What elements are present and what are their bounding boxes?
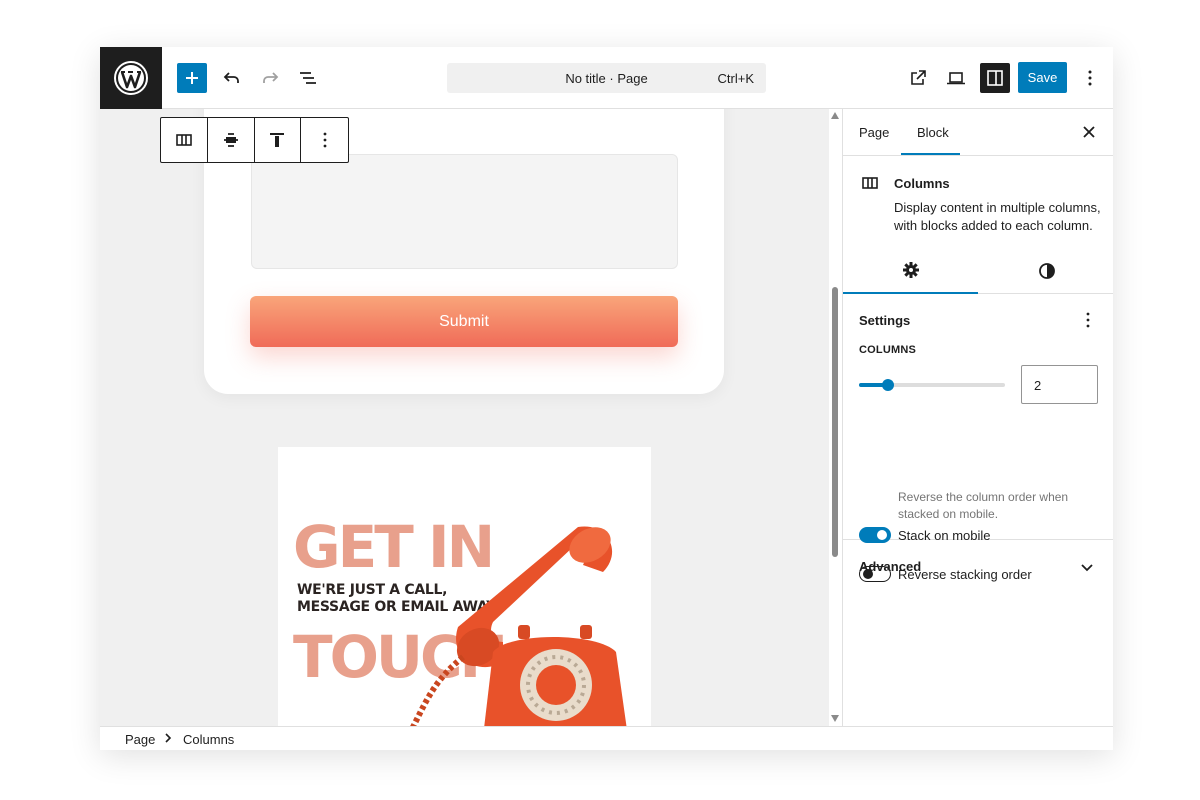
columns-slider-thumb[interactable] bbox=[882, 379, 894, 391]
settings-panel: Settings Columns 2 Stack on mobile Rever… bbox=[843, 295, 1113, 582]
reverse-stacking-help: Reverse the column order when stacked on… bbox=[898, 490, 1069, 521]
preview-button[interactable] bbox=[941, 63, 971, 93]
settings-toggle-button[interactable] bbox=[980, 63, 1010, 93]
contrast-icon bbox=[1038, 263, 1055, 279]
get-in-touch-image[interactable]: GET IN TOUCH WE'RE JUST A CALL, MESSAGE … bbox=[278, 447, 651, 726]
scroll-up-arrow-icon[interactable] bbox=[831, 112, 839, 119]
tab-styles[interactable] bbox=[979, 248, 1113, 294]
undo-icon bbox=[223, 72, 239, 83]
editor-window: No title · Page Ctrl+K Save Submit GET I… bbox=[100, 47, 1113, 750]
align-center-icon bbox=[223, 133, 238, 147]
advanced-panel-toggle[interactable]: Advanced bbox=[843, 541, 1113, 591]
save-button[interactable]: Save bbox=[1018, 62, 1067, 93]
editor-canvas: Submit GET IN TOUCH WE'RE JUST A CALL, M… bbox=[100, 109, 842, 726]
list-view-icon bbox=[300, 72, 316, 84]
scroll-thumb[interactable] bbox=[832, 287, 838, 557]
sidebar-tabs: Page Block bbox=[843, 109, 1113, 156]
columns-icon bbox=[176, 134, 192, 146]
vertical-align-button[interactable] bbox=[255, 118, 302, 162]
block-type-button[interactable] bbox=[161, 118, 208, 162]
redo-icon bbox=[263, 72, 279, 83]
message-textarea[interactable] bbox=[251, 154, 678, 269]
close-icon[interactable] bbox=[1081, 124, 1097, 140]
inspector-tabs bbox=[843, 248, 1113, 294]
desktop-preview-icon bbox=[947, 72, 965, 85]
block-card-title: Columns bbox=[894, 176, 950, 191]
block-options-button[interactable] bbox=[301, 118, 348, 162]
columns-icon bbox=[862, 177, 878, 189]
gear-icon bbox=[902, 262, 919, 278]
columns-number-input[interactable]: 2 bbox=[1021, 365, 1098, 404]
scroll-down-arrow-icon[interactable] bbox=[831, 715, 839, 722]
columns-label: Columns bbox=[859, 344, 917, 356]
block-card-description: Display content in multiple columns, wit… bbox=[894, 200, 1101, 233]
chevron-down-icon bbox=[1081, 564, 1093, 572]
wordpress-logo-icon[interactable] bbox=[100, 47, 162, 109]
tab-page[interactable]: Page bbox=[859, 125, 889, 140]
add-block-button[interactable] bbox=[177, 63, 207, 93]
redo-button[interactable] bbox=[255, 63, 285, 93]
breadcrumb-page[interactable]: Page bbox=[125, 732, 155, 747]
undo-button[interactable] bbox=[217, 63, 247, 93]
more-vertical-icon bbox=[1088, 70, 1092, 86]
canvas-scrollbar[interactable] bbox=[829, 109, 842, 726]
settings-sidebar: Page Block Columns Display content in mu… bbox=[842, 109, 1113, 726]
block-toolbar bbox=[160, 117, 349, 163]
breadcrumb: Page Columns bbox=[100, 726, 1113, 750]
active-tab-indicator bbox=[901, 153, 960, 155]
view-page-button[interactable] bbox=[903, 63, 933, 93]
advanced-panel-title: Advanced bbox=[859, 559, 922, 574]
tab-settings[interactable] bbox=[843, 248, 978, 294]
align-top-icon bbox=[270, 133, 285, 147]
options-button[interactable] bbox=[1075, 63, 1105, 93]
align-button[interactable] bbox=[208, 118, 255, 162]
columns-slider[interactable] bbox=[859, 379, 1005, 391]
command-palette-bar[interactable]: No title · Page Ctrl+K bbox=[447, 63, 766, 93]
list-view-button[interactable] bbox=[293, 63, 323, 93]
block-card: Columns Display content in multiple colu… bbox=[843, 156, 1113, 248]
settings-panel-title: Settings bbox=[859, 313, 911, 328]
breadcrumb-columns[interactable]: Columns bbox=[183, 732, 234, 747]
sidebar-toggle-icon bbox=[987, 70, 1003, 86]
plus-icon bbox=[186, 72, 198, 84]
external-link-icon bbox=[911, 70, 926, 85]
more-vertical-icon[interactable] bbox=[1079, 311, 1097, 329]
chevron-right-icon bbox=[165, 733, 172, 743]
telephone-illustration bbox=[410, 526, 627, 726]
editor-header: No title · Page Ctrl+K Save bbox=[100, 47, 1113, 109]
shortcut-hint: Ctrl+K bbox=[717, 71, 754, 86]
submit-button[interactable]: Submit bbox=[250, 296, 678, 347]
more-vertical-icon bbox=[323, 132, 327, 148]
tab-block[interactable]: Block bbox=[917, 125, 949, 140]
